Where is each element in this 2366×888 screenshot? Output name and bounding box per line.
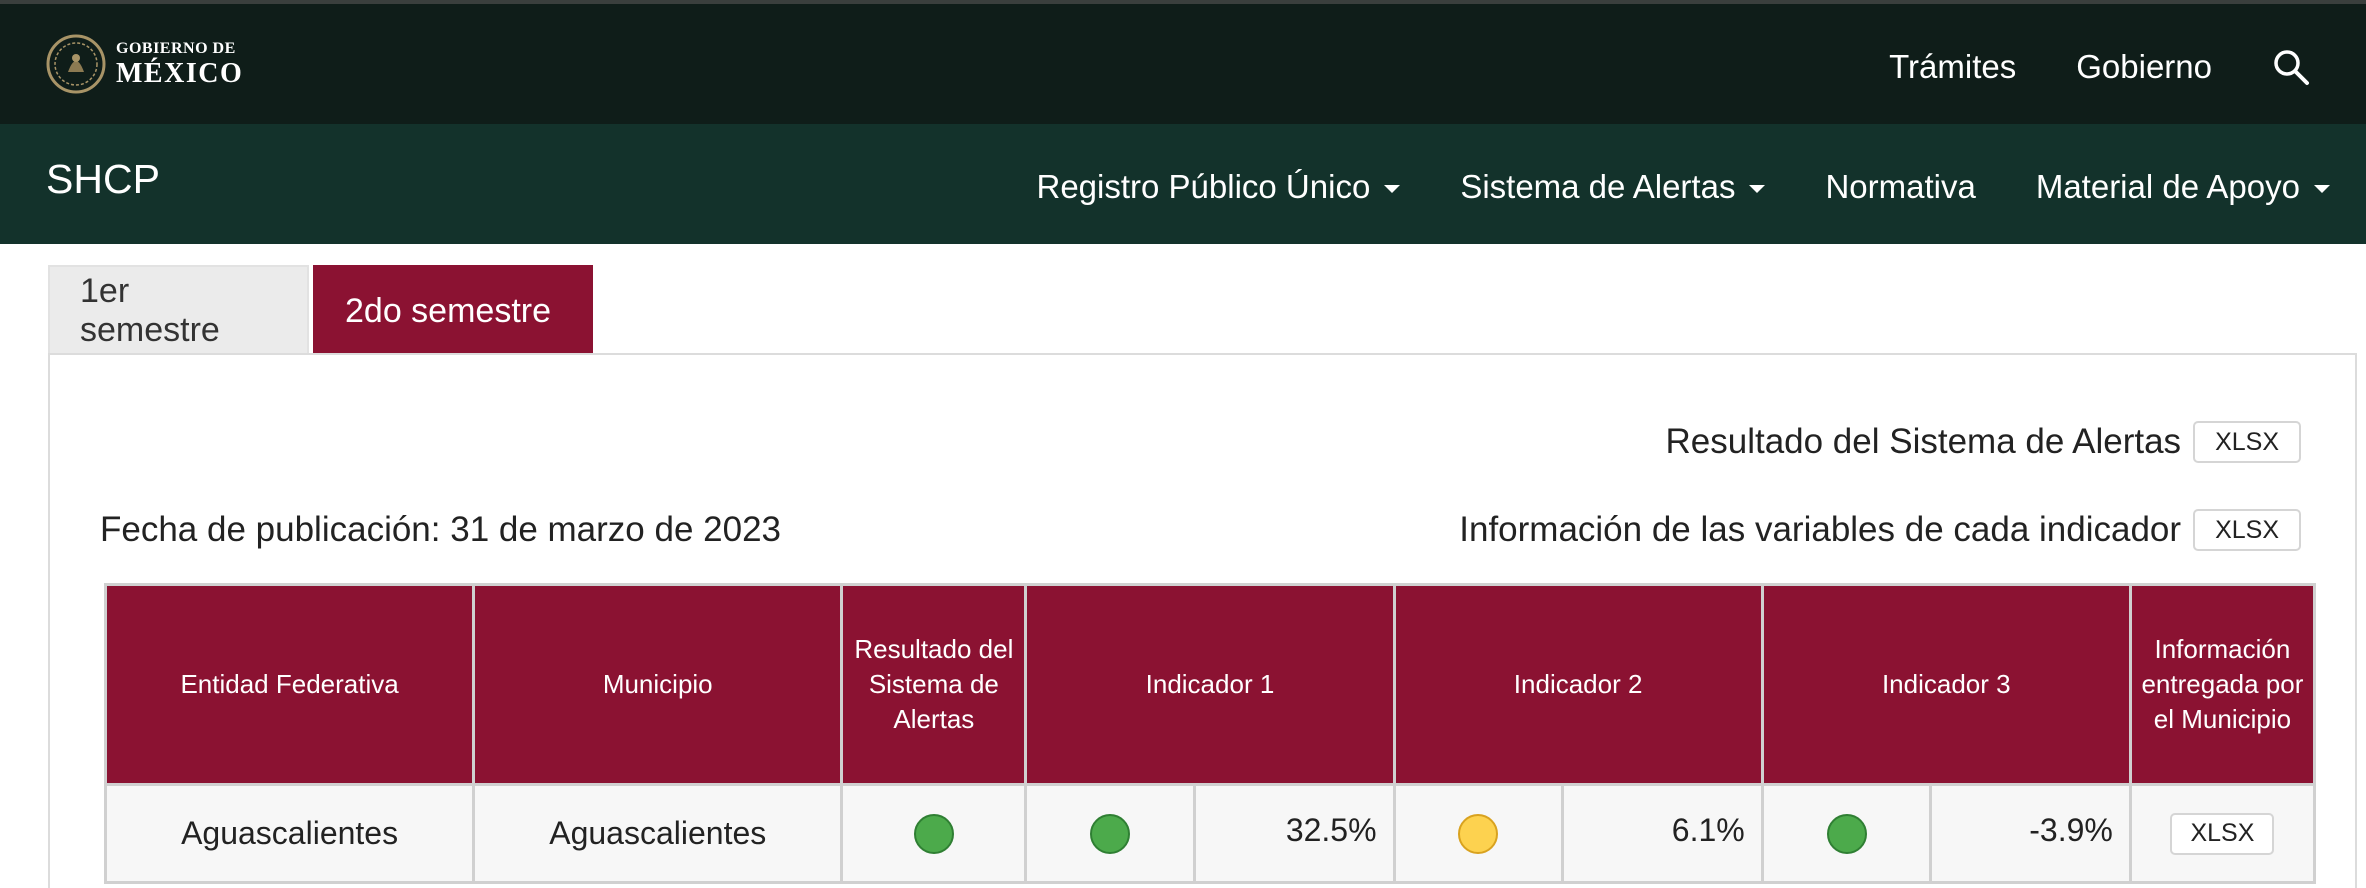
nav-items: Registro Público Único Sistema de Alerta… <box>976 168 2330 206</box>
header-entidad-federativa: Entidad Federativa <box>104 583 476 786</box>
cell-ind1-status <box>1024 783 1197 884</box>
results-table-container[interactable]: Entidad Federativa Municipio Resultado d… <box>104 583 2324 888</box>
logo-text-big: MÉXICO <box>116 57 244 89</box>
cell-ind2-status <box>1392 783 1565 884</box>
gov-logo[interactable]: GOBIERNO DE MÉXICO <box>46 34 243 94</box>
cell-municipio: Aguascalientes <box>472 783 844 884</box>
status-green-icon <box>1826 813 1867 854</box>
tab-2do-semestre[interactable]: 2do semestre <box>313 265 593 355</box>
variables-xlsx-button[interactable]: XLSX <box>2193 509 2301 551</box>
table-row: Aguascalientes Aguascalientes 32.5% 6.1%… <box>104 783 2317 884</box>
gov-top-bar: GOBIERNO DE MÉXICO Trámites Gobierno <box>0 4 2366 124</box>
nav-item-label: Material de Apoyo <box>2035 168 2300 205</box>
cell-entidad: Aguascalientes <box>104 783 476 884</box>
main-navigation: SHCP Registro Público Único Sistema de A… <box>0 124 2366 244</box>
header-indicador-3: Indicador 3 <box>1760 583 2132 786</box>
caret-down-icon <box>1749 185 1766 193</box>
nav-item-label: Registro Público Único <box>1036 168 1371 205</box>
brand-shcp[interactable]: SHCP <box>46 156 160 203</box>
nav-material-de-apoyo[interactable]: Material de Apoyo <box>2036 168 2330 206</box>
caret-down-icon <box>1384 185 1401 193</box>
gobierno-link[interactable]: Gobierno <box>2076 48 2212 86</box>
search-icon[interactable] <box>2272 48 2310 86</box>
header-indicador-1: Indicador 1 <box>1024 583 1396 786</box>
header-municipio: Municipio <box>472 583 844 786</box>
cell-ind2-value: 6.1% <box>1561 783 1764 884</box>
semester-tabs: 1er semestre 2do semestre <box>48 265 593 355</box>
result-label: Resultado del Sistema de Alertas <box>1665 422 2182 461</box>
header-informacion: Información entregada por el Municipio <box>2128 583 2317 786</box>
nav-registro-publico-unico[interactable]: Registro Público Único <box>1036 168 1401 206</box>
caret-down-icon <box>2314 185 2330 193</box>
tramites-link[interactable]: Trámites <box>1889 48 2016 86</box>
cell-informacion: XLSX <box>2128 783 2317 884</box>
nav-normativa[interactable]: Normativa <box>1825 168 1975 206</box>
result-xlsx-button[interactable]: XLSX <box>2193 421 2301 463</box>
tab-panel: Resultado del Sistema de Alertas XLSX Fe… <box>48 353 2357 888</box>
status-green-icon <box>913 813 954 854</box>
status-green-icon <box>1090 813 1131 854</box>
cell-ind3-value: -3.9% <box>1929 783 2132 884</box>
header-indicador-2: Indicador 2 <box>1392 583 1764 786</box>
cell-resultado <box>840 783 1028 884</box>
logo-text-small: GOBIERNO DE <box>116 39 236 57</box>
result-download-row: Resultado del Sistema de Alertas XLSX <box>1665 421 2301 463</box>
variables-label: Información de las variables de cada ind… <box>1459 510 2182 549</box>
status-yellow-icon <box>1458 813 1499 854</box>
tab-1er-semestre[interactable]: 1er semestre <box>48 265 309 355</box>
header-resultado: Resultado del Sistema de Alertas <box>840 583 1028 786</box>
eagle-seal-icon <box>46 34 106 94</box>
cell-ind3-status <box>1760 783 1933 884</box>
table-header-row: Entidad Federativa Municipio Resultado d… <box>104 583 2317 786</box>
nav-item-label: Normativa <box>1825 168 1976 205</box>
gov-links: Trámites Gobierno <box>1829 48 2310 86</box>
cell-ind1-value: 32.5% <box>1193 783 1396 884</box>
results-table: Entidad Federativa Municipio Resultado d… <box>104 583 2317 884</box>
row-xlsx-button[interactable]: XLSX <box>2170 812 2275 855</box>
nav-sistema-de-alertas[interactable]: Sistema de Alertas <box>1460 168 1766 206</box>
nav-item-label: Sistema de Alertas <box>1460 168 1736 205</box>
publication-date: Fecha de publicación: 31 de marzo de 202… <box>100 510 782 549</box>
variables-download-row: Información de las variables de cada ind… <box>1459 509 2301 551</box>
